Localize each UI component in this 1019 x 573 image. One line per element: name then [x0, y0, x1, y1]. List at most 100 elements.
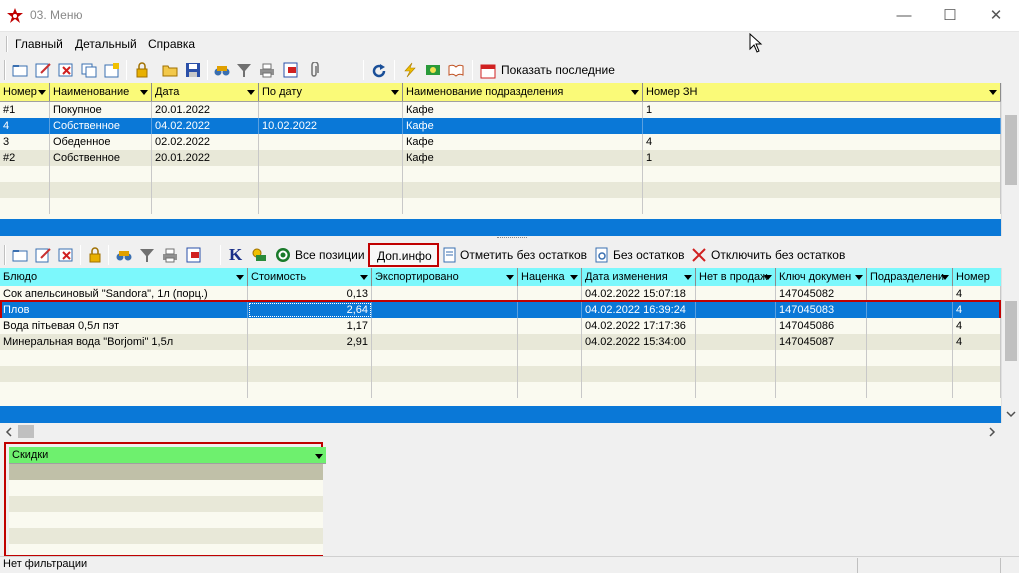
- table-cell[interactable]: [643, 166, 1001, 182]
- col-order-number[interactable]: Номер ЗН: [643, 83, 1001, 101]
- table-cell[interactable]: 4: [953, 334, 1001, 350]
- table-row[interactable]: Плов 2,64 04.02.2022 16:39:24 147045083 4: [0, 300, 1001, 320]
- table-cell[interactable]: [403, 166, 643, 182]
- col-exported[interactable]: Экспортировано: [372, 268, 518, 286]
- money-stack-icon[interactable]: [251, 247, 267, 263]
- table-cell[interactable]: 3: [0, 134, 50, 150]
- lock-icon[interactable]: [87, 247, 103, 263]
- money-icon[interactable]: [425, 62, 441, 78]
- table-cell[interactable]: [518, 334, 582, 350]
- table-cell[interactable]: [582, 382, 696, 398]
- table-cell[interactable]: Кафе: [403, 118, 643, 134]
- table-cell[interactable]: [248, 382, 372, 398]
- table-row[interactable]: 3 Обеденное 02.02.2022 Кафе 4: [0, 134, 1001, 150]
- table-row[interactable]: [0, 182, 1001, 198]
- col-number[interactable]: Номер: [953, 268, 1001, 286]
- show-last-button[interactable]: Показать последние: [480, 60, 620, 80]
- table-cell[interactable]: [953, 366, 1001, 382]
- table-cell[interactable]: 04.02.2022 17:17:36: [582, 318, 696, 334]
- table-cell[interactable]: 147045082: [776, 286, 867, 302]
- table-cell[interactable]: 147045087: [776, 334, 867, 350]
- table-cell[interactable]: [867, 302, 953, 318]
- table-cell[interactable]: 1: [643, 102, 1001, 118]
- discount-row[interactable]: [9, 480, 323, 496]
- table-cell[interactable]: [372, 302, 518, 318]
- table-cell[interactable]: #2: [0, 150, 50, 166]
- table-cell[interactable]: [518, 302, 582, 318]
- minimize-button[interactable]: —: [881, 0, 927, 32]
- table-cell[interactable]: 1: [643, 150, 1001, 166]
- table-cell[interactable]: 2,91: [248, 334, 372, 350]
- table-cell[interactable]: 4: [953, 318, 1001, 334]
- table-cell[interactable]: [0, 382, 248, 398]
- table-cell[interactable]: Кафе: [403, 102, 643, 118]
- table-cell[interactable]: [152, 182, 259, 198]
- table-cell[interactable]: [152, 198, 259, 214]
- scroll-right-icon[interactable]: [987, 427, 997, 437]
- table-row[interactable]: 4 Собственное 04.02.2022 10.02.2022 Кафе: [0, 118, 1001, 134]
- bottom-grid-hscrollbar[interactable]: [0, 423, 1001, 440]
- table-cell[interactable]: [259, 150, 403, 166]
- scroll-down-icon[interactable]: [1006, 409, 1016, 419]
- table-cell[interactable]: [518, 318, 582, 334]
- table-cell[interactable]: Покупное: [50, 102, 152, 118]
- table-row[interactable]: Вода пітьевая 0,5л пэт 1,17 04.02.2022 17:…: [0, 318, 1001, 334]
- col-not-on-sale[interactable]: Нет в продаж: [696, 268, 776, 286]
- col-date[interactable]: Дата: [152, 83, 259, 101]
- open-folder-icon[interactable]: [12, 62, 28, 78]
- table-cell[interactable]: [696, 286, 776, 302]
- target-icon[interactable]: [275, 247, 291, 263]
- table-cell[interactable]: Сок апельсиновый "Sandora", 1л (порц.): [0, 286, 248, 302]
- table-cell[interactable]: 04.02.2022 16:39:24: [582, 302, 696, 318]
- table-cell[interactable]: [518, 382, 582, 398]
- table-cell[interactable]: 4: [953, 302, 1001, 318]
- table-cell[interactable]: [0, 350, 248, 366]
- print-icon[interactable]: [259, 62, 275, 78]
- col-discounts[interactable]: Скидки: [9, 447, 326, 463]
- table-cell[interactable]: Минеральная вода "Borjomi" 1,5л: [0, 334, 248, 350]
- table-cell[interactable]: [50, 198, 152, 214]
- col-name[interactable]: Наименование: [50, 83, 152, 101]
- table-cell[interactable]: [403, 198, 643, 214]
- table-row[interactable]: [0, 350, 1001, 366]
- all-positions-button[interactable]: Все позиции: [295, 248, 365, 262]
- table-cell[interactable]: [0, 366, 248, 382]
- table-cell[interactable]: [867, 286, 953, 302]
- table-cell[interactable]: Кафе: [403, 150, 643, 166]
- table-cell[interactable]: 4: [643, 134, 1001, 150]
- col-modified[interactable]: Дата изменения: [582, 268, 696, 286]
- col-department[interactable]: Подразделени: [867, 268, 953, 286]
- table-cell[interactable]: 04.02.2022 15:07:18: [582, 286, 696, 302]
- table-row[interactable]: [0, 166, 1001, 182]
- col-department[interactable]: Наименование подразделения: [403, 83, 643, 101]
- table-cell[interactable]: 20.01.2022: [152, 150, 259, 166]
- table-cell[interactable]: [152, 166, 259, 182]
- table-cell[interactable]: 04.02.2022: [152, 118, 259, 134]
- table-cell[interactable]: [696, 366, 776, 382]
- table-cell[interactable]: #1: [0, 102, 50, 118]
- print-icon[interactable]: [162, 247, 178, 263]
- table-cell[interactable]: [696, 334, 776, 350]
- edit-icon[interactable]: [35, 247, 51, 263]
- close-button[interactable]: ✕: [973, 0, 1019, 32]
- table-cell[interactable]: [696, 382, 776, 398]
- discount-row[interactable]: [9, 528, 323, 544]
- table-cell[interactable]: [953, 350, 1001, 366]
- table-row[interactable]: [0, 366, 1001, 382]
- scroll-thumb[interactable]: [1005, 301, 1017, 361]
- table-cell[interactable]: [518, 350, 582, 366]
- print-preview-icon[interactable]: [186, 247, 202, 263]
- col-markup[interactable]: Наценка: [518, 268, 582, 286]
- col-dish[interactable]: Блюдо: [0, 268, 248, 286]
- filter-icon[interactable]: [139, 247, 155, 263]
- table-cell[interactable]: 147045083: [776, 302, 867, 318]
- table-cell[interactable]: [372, 350, 518, 366]
- filter-icon[interactable]: [236, 62, 252, 78]
- table-cell[interactable]: 0,13: [248, 286, 372, 302]
- table-row[interactable]: #1 Покупное 20.01.2022 Кафе 1: [0, 102, 1001, 118]
- table-cell[interactable]: [0, 182, 50, 198]
- disable-no-stock-button[interactable]: Отключить без остатков: [711, 248, 845, 262]
- mark-no-stock-button[interactable]: Отметить без остатков: [460, 248, 587, 262]
- edit-icon[interactable]: [35, 62, 51, 78]
- table-cell[interactable]: [867, 350, 953, 366]
